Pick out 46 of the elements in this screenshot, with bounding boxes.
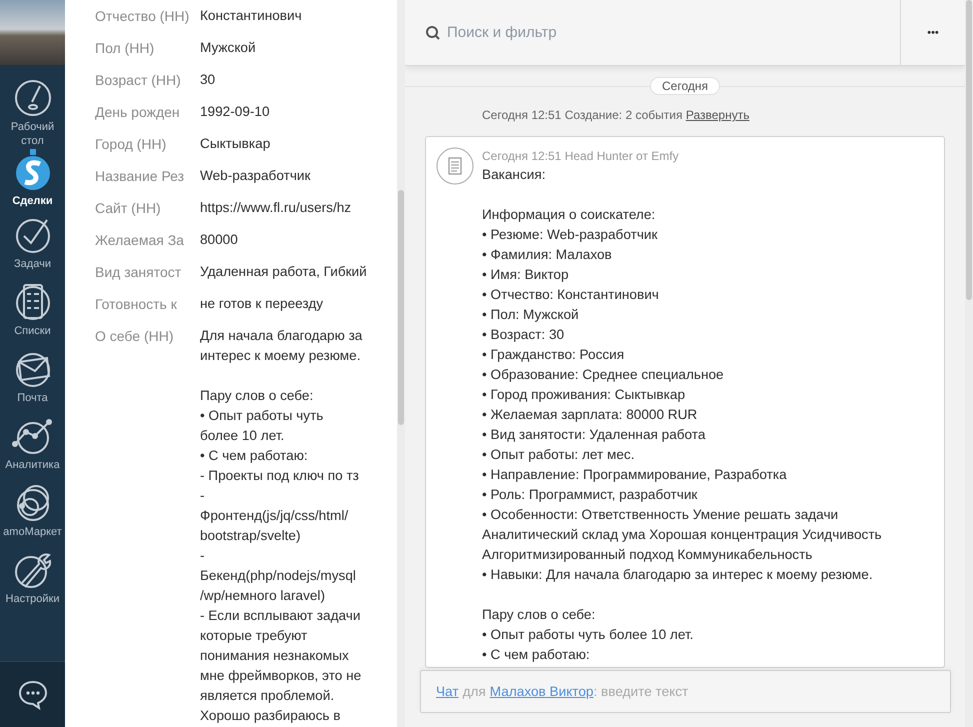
line-graph-icon xyxy=(10,416,54,456)
field-label: Сайт (НН) xyxy=(95,199,162,218)
field-label: Отчество (НН) xyxy=(95,7,190,26)
scrollbar-thumb[interactable] xyxy=(398,190,404,425)
search-icon xyxy=(425,24,441,40)
message-body: Вакансия: Информация о соискателе: • Резюме: Web-разработчик • Фамилия: Малахов • Имя: Виктор • Отчество: Константинович • Пол: Мужской • Возраст: 30 • Гражданство: Россия • Образование: Среднее специальное • Город проживания: Сыктывкар • Желаемая зарплата: 80000 RUR • Вид занятости: Удаленная работа • Опыт работы: лет мес. • Направление: Программирование, Разработка • Роль: Программист, разработчик • Особенности: Ответственность Умение решать задачи Аналитический склад ума Хорошая концентрация Усидчивость Алгоритмизированный подход Коммуникабельность • Навыки: Для начала благодарю за интерес к моему резюме. Пару слов о себе: • Опыт работы чуть более 10 лет. • С чем работаю: xyxy=(482,166,882,664)
field-label: О себе (НН) xyxy=(95,327,174,346)
chat-bubble-icon[interactable] xyxy=(16,678,48,710)
date-divider: Сегодня xyxy=(650,77,720,95)
field-value[interactable]: не готов к переезду xyxy=(200,294,370,314)
sidebar-item[interactable]: Рабочий стол xyxy=(0,78,65,148)
field-value[interactable]: 80000 xyxy=(200,230,370,250)
sidebar-item[interactable]: Почта xyxy=(0,349,65,416)
document-icon xyxy=(436,147,474,185)
sidebar-item[interactable]: amoМаркет xyxy=(0,483,65,550)
field-label: Город (НН) xyxy=(95,135,168,154)
field-label: Готовность к xyxy=(95,295,178,314)
field-label: Желаемая За xyxy=(95,231,185,250)
chat-hint: : введите текст xyxy=(593,684,688,699)
field-label: Возраст (НН) xyxy=(95,71,182,90)
field-value[interactable]: 1992-09-10 xyxy=(200,102,370,122)
field-value[interactable]: Удаленная работа, Гибкий xyxy=(200,262,370,282)
field-value[interactable]: Константинович xyxy=(200,6,370,26)
event-summary: Сегодня 12:51 Создание: 2 события xyxy=(482,108,682,122)
road-photo xyxy=(0,0,65,65)
field-value[interactable]: 30 xyxy=(200,70,370,90)
sidebar-item[interactable]: Списки xyxy=(0,282,65,349)
field-value[interactable]: Сыктывкар xyxy=(200,134,370,154)
field-value[interactable]: Для начала благодарю за интерес к моему резюме. Пару слов о себе: • Опыт работы чуть более 10 лет. • С чем работаю: - Проекты под ключ по тз - Фронтенд(js/jq/css/html/ bootstrap/svelte) - Бекенд(php/nodejs/mysql /wp/немного laravel) - Если всплывают задачи которые требуют понимания незнакомых мне фреймворков, это не является проблемой. Хорошо разбираюсь в xyxy=(200,326,370,726)
field-label: Пол (НН) xyxy=(95,39,156,58)
field-label: Вид занятост xyxy=(95,263,182,282)
expand-link[interactable]: Развернуть xyxy=(686,108,750,122)
field-label: Название Рез xyxy=(95,167,186,186)
speedometer-icon xyxy=(12,78,52,118)
message-meta: Сегодня 12:51 Head Hunter от Emfy xyxy=(482,149,680,163)
scrollbar-thumb[interactable] xyxy=(966,0,972,300)
sidebar-item[interactable]: Сделки xyxy=(0,148,65,215)
field-value[interactable]: https://www.fl.ru/users/hz xyxy=(200,198,370,218)
field-value[interactable]: Мужской xyxy=(200,38,370,58)
sidebar-item[interactable]: Задачи xyxy=(0,215,65,282)
field-label: День рожден xyxy=(95,103,181,122)
field-value[interactable]: Web-разработчик xyxy=(200,166,370,186)
sidebar-item[interactable]: Аналитика xyxy=(0,416,65,483)
chat-for-text: для xyxy=(462,684,486,699)
search-field[interactable]: Поиск и фильтр xyxy=(447,24,900,41)
sidebar-item[interactable]: Настройки xyxy=(0,550,65,617)
